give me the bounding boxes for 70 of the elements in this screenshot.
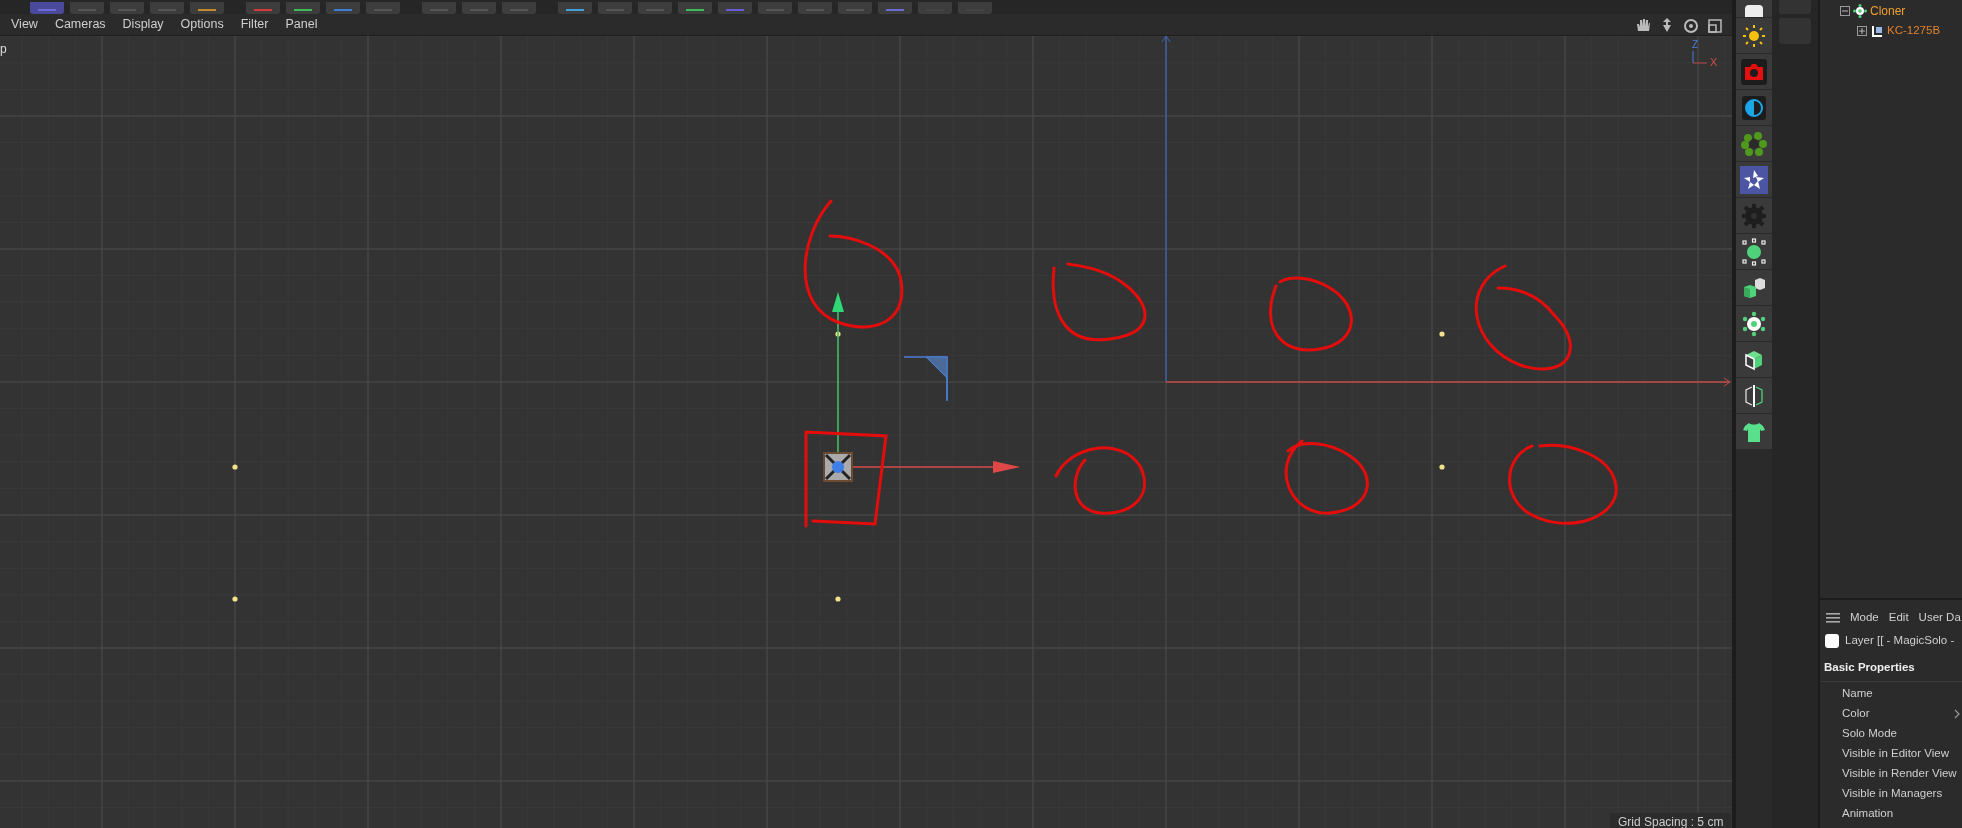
- property-label: Animation: [1842, 806, 1894, 822]
- property-label: Color: [1842, 706, 1870, 722]
- axis-label: Z: [1692, 38, 1699, 52]
- object-name[interactable]: KC-1275B: [1887, 22, 1941, 40]
- toolbar-button[interactable]: [678, 2, 712, 14]
- menu-item[interactable]: Options: [180, 15, 224, 34]
- camera-icon: [1740, 57, 1768, 86]
- palette-button[interactable]: [1736, 18, 1772, 54]
- point-marker: [232, 596, 238, 602]
- property-label: Visible in Managers: [1842, 786, 1943, 802]
- shape-icon: [1870, 24, 1884, 38]
- menu-item[interactable]: Display: [122, 15, 164, 34]
- palette-button[interactable]: [1736, 378, 1772, 414]
- property-label: Name: [1842, 686, 1873, 702]
- menu-item[interactable]: Cameras: [54, 15, 106, 34]
- property-label: Visible in Editor View: [1842, 746, 1949, 762]
- gear-icon: [1740, 201, 1768, 230]
- menu-item[interactable]: User Da: [1918, 609, 1961, 627]
- menu-item[interactable]: Mode: [1850, 609, 1879, 627]
- expand-icon[interactable]: [1857, 26, 1867, 36]
- grid-spacing-label: Grid Spacing : 5 cm: [1610, 813, 1732, 828]
- section-title: Basic Properties: [1820, 654, 1962, 682]
- gear-icon: [1740, 309, 1768, 338]
- toolbar-button[interactable]: [246, 2, 280, 14]
- point-marker: [1439, 464, 1445, 470]
- axis-gizmo-icon: [1692, 50, 1708, 64]
- point-marker: [1439, 331, 1445, 337]
- palette-button[interactable]: [1736, 90, 1772, 126]
- sphere-icon: [1740, 237, 1768, 266]
- layer-name: Layer [[ - MagicSolo -: [1845, 633, 1955, 649]
- palette-button[interactable]: [1736, 306, 1772, 342]
- palette-button[interactable]: [1736, 270, 1772, 306]
- palette-button[interactable]: [1736, 414, 1772, 450]
- point-marker: [835, 331, 841, 337]
- property-label: Solo Mode: [1842, 726, 1897, 742]
- hand-icon[interactable]: [1634, 17, 1652, 33]
- palette-button[interactable]: [1736, 342, 1772, 378]
- maximize-icon[interactable]: [1706, 17, 1724, 33]
- property-label: Visible in Render View: [1842, 766, 1957, 782]
- y-axis-handle[interactable]: [832, 292, 844, 453]
- object-name[interactable]: Cloner: [1870, 2, 1906, 20]
- collapse-icon[interactable]: [1840, 6, 1850, 16]
- toolbar-button[interactable]: [878, 2, 912, 14]
- leaf-ring-icon: [1740, 129, 1768, 158]
- menu-item[interactable]: Edit: [1888, 609, 1909, 627]
- menu-item[interactable]: View: [11, 15, 38, 34]
- toolbar-button[interactable]: [326, 2, 360, 14]
- palette-button[interactable]: [1736, 234, 1772, 270]
- toolbar-button[interactable]: [190, 2, 224, 14]
- point-marker: [232, 464, 238, 470]
- rotate-icon[interactable]: [1682, 17, 1700, 33]
- plane-handle[interactable]: [903, 356, 948, 402]
- contrast-icon: [1740, 93, 1768, 122]
- menu-item[interactable]: Filter: [240, 15, 269, 34]
- layer-color-swatch: [1825, 634, 1839, 648]
- menu-item[interactable]: Panel: [285, 15, 318, 34]
- axis-label: X: [1710, 55, 1718, 70]
- chevron-icon: [1954, 709, 1960, 719]
- viewport[interactable]: p Z X Grid Spacing : 5 cm: [0, 36, 1732, 828]
- aperture-icon: [1740, 165, 1768, 194]
- toolbar-button[interactable]: [718, 2, 752, 14]
- toolbar-button[interactable]: [558, 2, 592, 14]
- palette-button[interactable]: [1736, 0, 1772, 18]
- point-marker: [835, 596, 841, 602]
- view-label: p: [0, 41, 7, 58]
- menu-icon: [1826, 613, 1840, 623]
- palette-button[interactable]: [1736, 162, 1772, 198]
- gear-icon: [1853, 4, 1867, 18]
- object-handle[interactable]: [823, 452, 853, 482]
- toolbar-button[interactable]: [286, 2, 320, 14]
